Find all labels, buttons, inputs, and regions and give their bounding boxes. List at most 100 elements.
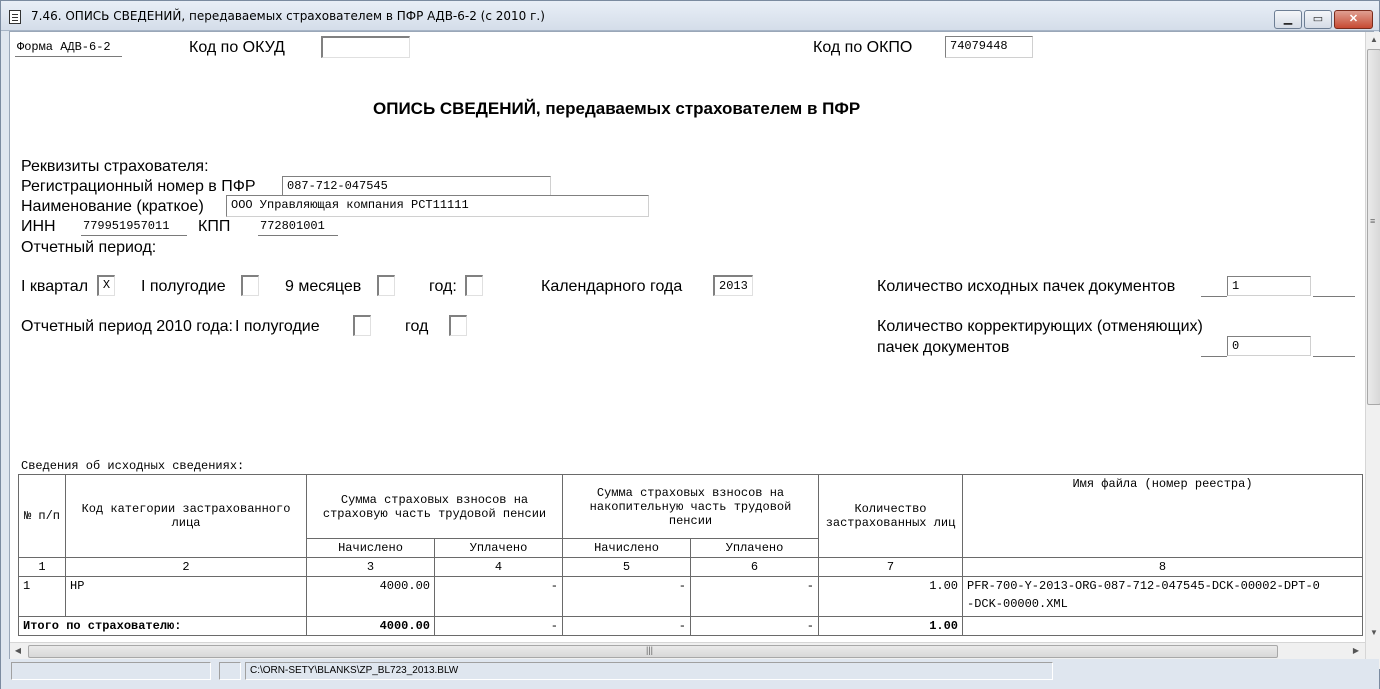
header-insurance: Сумма страховых взносов на страховую час… bbox=[306, 474, 563, 539]
total-label: Итого по страхователю: bbox=[18, 616, 307, 636]
half-year-label: I полугодие bbox=[141, 278, 226, 295]
corr-packs-label-1: Количество корректирующих (отменяющих) bbox=[877, 318, 1203, 335]
divider bbox=[1313, 296, 1355, 297]
name-label: Наименование (краткое) bbox=[21, 198, 204, 215]
data-table: № п/п Код категории застрахованного лица… bbox=[18, 474, 1363, 636]
reg-number-input[interactable]: 087-712-047545 bbox=[282, 176, 551, 196]
app-window: 7.46. ОПИСЬ СВЕДЕНИЙ, передаваемых страх… bbox=[0, 0, 1380, 689]
period2010-year-label: год bbox=[405, 318, 429, 335]
total-row: Итого по страхователю: 4000.00 - - - 1.0… bbox=[18, 616, 1363, 636]
title-bar[interactable]: 7.46. ОПИСЬ СВЕДЕНИЙ, передаваемых страх… bbox=[1, 1, 1379, 31]
kpp-value[interactable]: 772801001 bbox=[258, 219, 338, 236]
reg-number-label: Регистрационный номер в ПФР bbox=[21, 178, 256, 195]
cell-file-line1: PFR-700-Y-2013-ORG-087-712-047545-DCK-00… bbox=[967, 579, 1320, 593]
header-num: № п/п bbox=[18, 474, 66, 558]
total-file bbox=[962, 616, 1363, 636]
period2010-year-checkbox[interactable] bbox=[449, 315, 467, 336]
scroll-left-icon[interactable]: ◀ bbox=[10, 643, 26, 659]
cell-category[interactable]: НР bbox=[65, 576, 307, 617]
header-category: Код категории застрахованного лица bbox=[65, 474, 307, 558]
cell-count[interactable]: 1.00 bbox=[818, 576, 963, 617]
status-bar: C:\ORN-SETY\BLANKS\ZP_BL723_2013.BLW bbox=[1, 659, 1379, 689]
half-year-checkbox[interactable] bbox=[241, 275, 259, 296]
divider bbox=[1201, 296, 1227, 297]
vertical-scroll-thumb[interactable]: ≡ bbox=[1367, 49, 1380, 405]
source-packs-label: Количество исходных пачек документов bbox=[877, 278, 1176, 295]
status-panel-2 bbox=[219, 662, 241, 680]
header-funded: Сумма страховых взносов на накопительную… bbox=[562, 474, 819, 539]
requisites-label: Реквизиты страхователя: bbox=[21, 158, 209, 175]
header-file: Имя файла (номер реестра) bbox=[962, 474, 1363, 558]
form-name: Форма АДВ-6-2 bbox=[15, 40, 122, 57]
period-label: Отчетный период: bbox=[21, 239, 157, 256]
header-ins-paid: Уплачено bbox=[434, 538, 563, 558]
table-caption: Сведения об исходных сведениях: bbox=[21, 459, 245, 473]
cell-fund-paid[interactable]: - bbox=[690, 576, 819, 617]
header-ins-accrued: Начислено bbox=[306, 538, 435, 558]
header-fund-accrued: Начислено bbox=[562, 538, 691, 558]
close-button[interactable]: ✕ bbox=[1334, 10, 1373, 29]
cell-file-line2: -DCK-00000.XML bbox=[967, 597, 1068, 611]
kpp-label: КПП bbox=[198, 218, 231, 235]
form-area: Форма АДВ-6-2 Код по ОКУД Код по ОКПО 74… bbox=[9, 31, 1380, 669]
source-packs-input[interactable]: 1 bbox=[1227, 276, 1311, 296]
total-count: 1.00 bbox=[818, 616, 963, 636]
total-fund-paid: - bbox=[690, 616, 819, 636]
status-file-path: C:\ORN-SETY\BLANKS\ZP_BL723_2013.BLW bbox=[245, 662, 1053, 680]
divider bbox=[1201, 356, 1227, 357]
grip-icon: ||| bbox=[646, 645, 654, 655]
inn-label: ИНН bbox=[21, 218, 56, 235]
col-number: 3 bbox=[306, 557, 435, 577]
scroll-right-icon[interactable]: ▶ bbox=[1348, 643, 1364, 659]
status-panel-1 bbox=[11, 662, 211, 680]
col-number: 7 bbox=[818, 557, 963, 577]
cell-num[interactable]: 1 bbox=[18, 576, 66, 617]
total-ins-accrued: 4000.00 bbox=[306, 616, 435, 636]
scroll-up-icon[interactable]: ▲ bbox=[1366, 32, 1380, 48]
divider bbox=[1313, 356, 1355, 357]
corr-packs-label-2: пачек документов bbox=[877, 339, 1010, 356]
total-fund-accrued: - bbox=[562, 616, 691, 636]
q1-checkbox[interactable]: X bbox=[97, 275, 115, 296]
horizontal-scrollbar[interactable]: ◀ ||| ▶ bbox=[10, 642, 1365, 659]
col-number: 1 bbox=[18, 557, 66, 577]
year-label: год: bbox=[429, 278, 457, 295]
name-input[interactable]: ООО Управляющая компания РСТ11111 bbox=[226, 195, 649, 217]
corr-packs-input[interactable]: 0 bbox=[1227, 336, 1311, 356]
okud-input[interactable] bbox=[321, 36, 410, 58]
horizontal-scroll-thumb[interactable]: ||| bbox=[28, 645, 1278, 658]
cell-file[interactable]: PFR-700-Y-2013-ORG-087-712-047545-DCK-00… bbox=[962, 576, 1363, 617]
period2010-label: Отчетный период 2010 года: bbox=[21, 318, 233, 335]
total-ins-paid: - bbox=[434, 616, 563, 636]
header-fund-paid: Уплачено bbox=[690, 538, 819, 558]
col-number: 6 bbox=[690, 557, 819, 577]
col-number: 8 bbox=[962, 557, 1363, 577]
document-icon bbox=[9, 10, 21, 24]
col-number: 5 bbox=[562, 557, 691, 577]
okpo-label: Код по ОКПО bbox=[813, 39, 913, 56]
calendar-year-input[interactable]: 2013 bbox=[713, 275, 753, 296]
inn-value[interactable]: 779951957011 bbox=[81, 219, 187, 236]
cell-fund-accrued[interactable]: - bbox=[562, 576, 691, 617]
year-checkbox[interactable] bbox=[465, 275, 483, 296]
col-number: 4 bbox=[434, 557, 563, 577]
table-row[interactable]: 1 НР 4000.00 - - - 1.00 PFR-700-Y-2013-O… bbox=[18, 576, 1363, 617]
period2010-half-checkbox[interactable] bbox=[353, 315, 371, 336]
nine-months-checkbox[interactable] bbox=[377, 275, 395, 296]
scroll-down-icon[interactable]: ▼ bbox=[1366, 625, 1380, 641]
nine-months-label: 9 месяцев bbox=[285, 278, 362, 295]
okud-label: Код по ОКУД bbox=[189, 39, 285, 56]
grip-icon: ≡ bbox=[1370, 216, 1376, 226]
period2010-half-label: I полугодие bbox=[235, 318, 320, 335]
okpo-field[interactable]: 74079448 bbox=[945, 36, 1033, 58]
cell-ins-paid[interactable]: - bbox=[434, 576, 563, 617]
maximize-button[interactable]: ▭ bbox=[1304, 10, 1332, 29]
minimize-button[interactable]: ▁ bbox=[1274, 10, 1302, 29]
calendar-year-label: Календарного года bbox=[541, 278, 683, 295]
q1-label: I квартал bbox=[21, 278, 89, 295]
cell-ins-accrued[interactable]: 4000.00 bbox=[306, 576, 435, 617]
window-title: 7.46. ОПИСЬ СВЕДЕНИЙ, передаваемых страх… bbox=[31, 9, 545, 23]
page-title: ОПИСЬ СВЕДЕНИЙ, передаваемых страховател… bbox=[373, 99, 861, 118]
col-number: 2 bbox=[65, 557, 307, 577]
vertical-scrollbar[interactable]: ▲ ≡ ▼ bbox=[1365, 32, 1380, 669]
